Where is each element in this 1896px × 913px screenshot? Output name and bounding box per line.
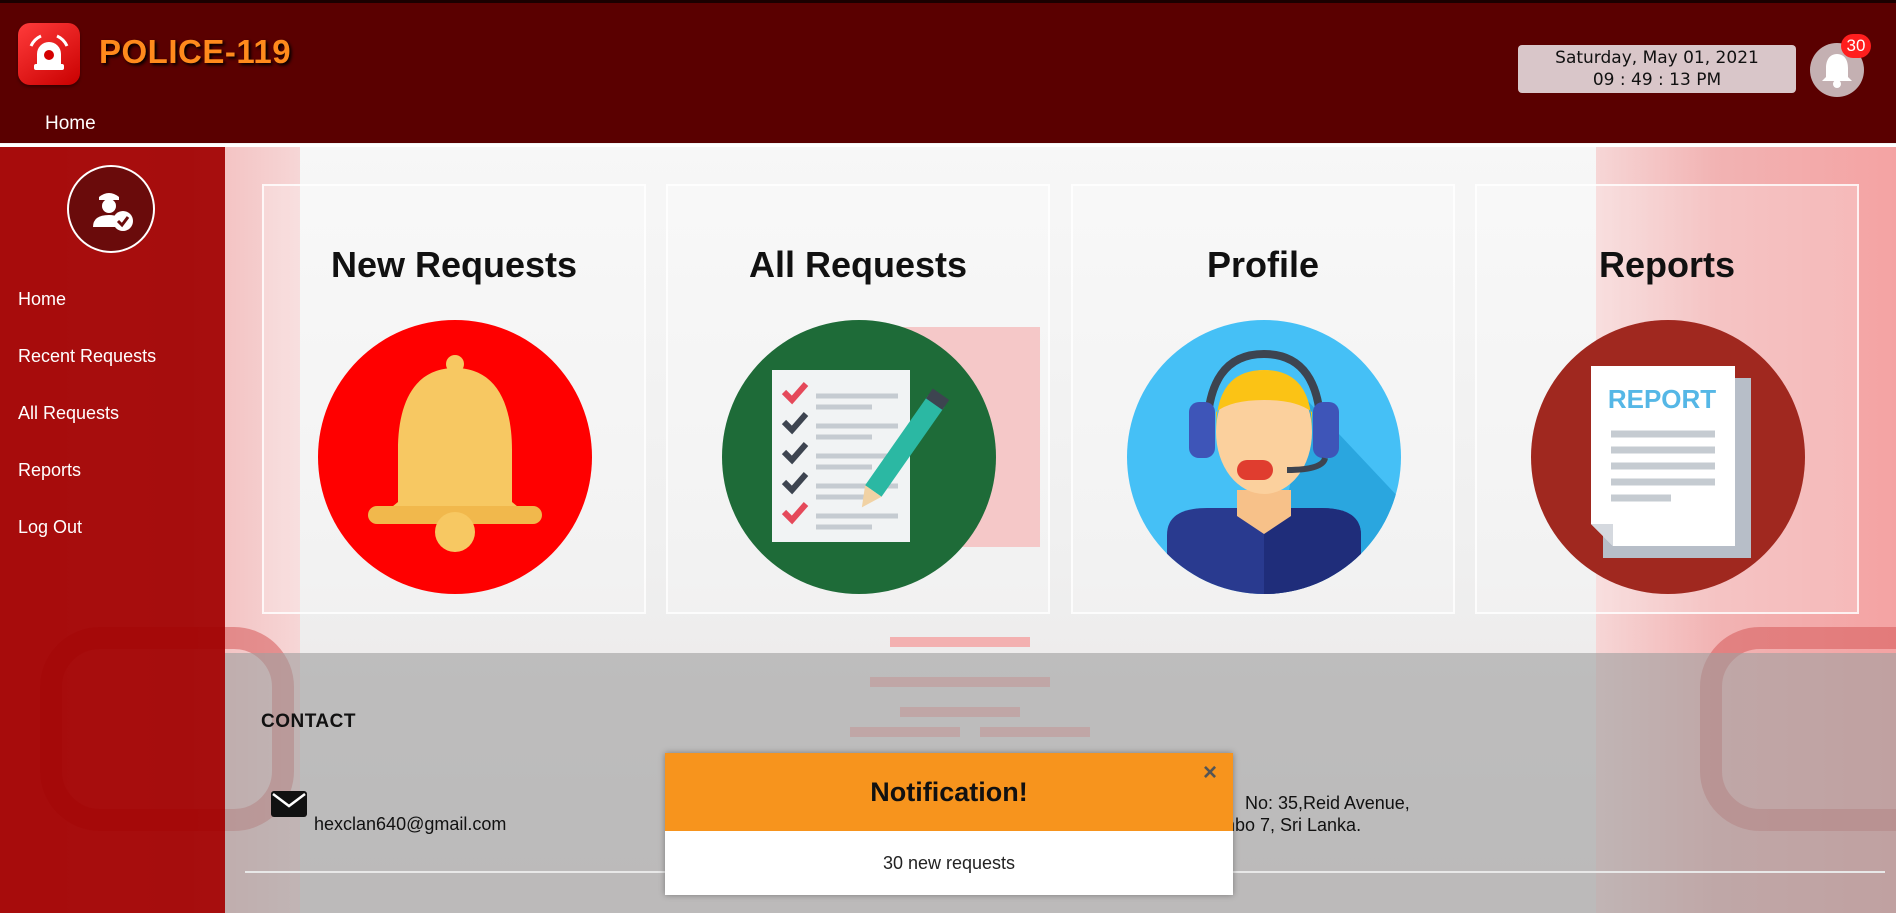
contact-address-line2: mbo 7, Sri Lanka.: [1220, 815, 1362, 835]
notification-popup: Notification! × 30 new requests: [665, 753, 1233, 895]
report-document-icon: REPORT: [1531, 320, 1805, 594]
envelope-icon: [271, 791, 307, 817]
app-logo[interactable]: [18, 23, 80, 85]
card-reports[interactable]: Reports REPORT: [1475, 184, 1859, 614]
card-all-requests[interactable]: All Requests: [666, 184, 1050, 614]
bell-icon: [318, 320, 592, 594]
sidebar: Home Recent Requests All Requests Report…: [0, 147, 225, 913]
notification-title: Notification!: [665, 753, 1233, 831]
card-title: All Requests: [748, 244, 968, 285]
card-title: Reports: [1598, 244, 1736, 285]
siren-icon: [29, 34, 69, 70]
report-label: REPORT: [1608, 384, 1716, 414]
header-nav-home[interactable]: Home: [45, 113, 96, 135]
sidebar-item-all-requests[interactable]: All Requests: [18, 403, 119, 424]
sidebar-item-recent-requests[interactable]: Recent Requests: [18, 346, 156, 367]
sidebar-item-log-out[interactable]: Log Out: [18, 517, 82, 538]
card-title: New Requests: [330, 244, 578, 285]
contact-heading: CONTACT: [261, 711, 356, 732]
brand-title: POLICE-119: [99, 33, 292, 70]
checklist-icon: [722, 320, 996, 594]
contact-address-line1: No: 35,Reid Avenue,: [1245, 793, 1410, 813]
current-time: 09 : 49 : 13 PM: [1592, 70, 1722, 90]
top-header: POLICE-119 Home Saturday, May 01, 2021 0…: [0, 0, 1896, 147]
operator-headset-icon: [1127, 320, 1401, 594]
contact-email[interactable]: hexclan640@gmail.com: [314, 814, 506, 835]
notification-count-badge: 30: [1841, 34, 1871, 58]
sidebar-item-home[interactable]: Home: [18, 289, 66, 310]
card-profile[interactable]: Profile: [1071, 184, 1455, 614]
close-icon[interactable]: ×: [1203, 759, 1217, 787]
notification-message: 30 new requests: [882, 853, 1016, 873]
sidebar-item-reports[interactable]: Reports: [18, 460, 81, 481]
date-time-display: Saturday, May 01, 2021 09 : 49 : 13 PM: [1518, 45, 1796, 93]
card-new-requests[interactable]: New Requests: [262, 184, 646, 614]
user-avatar[interactable]: [67, 165, 155, 253]
current-date: Saturday, May 01, 2021: [1555, 48, 1759, 68]
card-title: Profile: [1206, 244, 1320, 285]
police-officer-check-icon: [93, 193, 133, 231]
